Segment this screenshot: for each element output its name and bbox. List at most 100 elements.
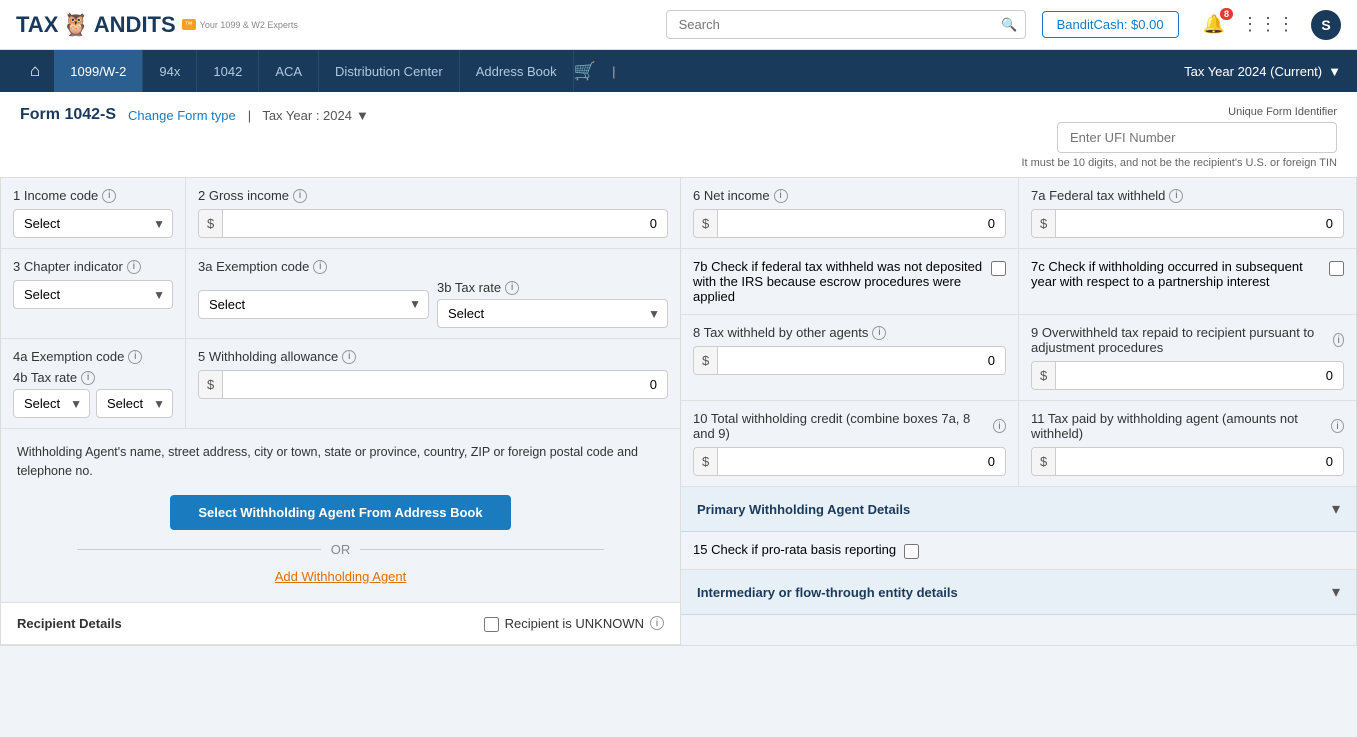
total-withholding-input[interactable] xyxy=(718,448,1005,475)
exemption-3a-select[interactable]: Select xyxy=(198,290,429,319)
right-row-1: 6 Net income i $ 7a Federal tax withheld… xyxy=(681,178,1356,249)
form-row-3: 4a Exemption code i 4b Tax rate i Select… xyxy=(1,339,680,429)
add-agent-link[interactable]: Add Withholding Agent xyxy=(17,569,664,584)
tax-year-button[interactable]: Tax Year 2024 (Current) ▼ xyxy=(1184,64,1341,79)
taxrate-3b-info[interactable]: i xyxy=(505,281,519,295)
total-withholding-label: 10 Total withholding credit (combine box… xyxy=(693,411,989,441)
nav-aca[interactable]: ACA xyxy=(259,50,319,92)
gross-income-cell: 2 Gross income i $ xyxy=(186,178,680,248)
taxrate-3b-select[interactable]: Select xyxy=(437,299,668,328)
form-title: Form 1042-S xyxy=(20,106,116,124)
tax-paid-label: 11 Tax paid by withholding agent (amount… xyxy=(1031,411,1327,441)
agent-section: Withholding Agent's name, street address… xyxy=(1,429,680,603)
primary-agent-header[interactable]: Primary Withholding Agent Details ▾ xyxy=(681,487,1356,532)
chapter-info[interactable]: i xyxy=(127,260,141,274)
ufi-area: Unique Form Identifier It must be 10 dig… xyxy=(1021,106,1337,169)
gross-dollar-sign: $ xyxy=(199,210,223,237)
federal-dollar-sign: $ xyxy=(1032,210,1056,237)
check-7b-checkbox[interactable] xyxy=(991,261,1006,276)
income-code-cell: 1 Income code i Select ▼ xyxy=(1,178,186,248)
ufi-label: Unique Form Identifier xyxy=(1021,106,1337,118)
chapter-indicator-select[interactable]: Select xyxy=(13,280,173,309)
recipient-unknown-checkbox[interactable] xyxy=(484,617,499,632)
bandit-cash-button[interactable]: BanditCash: $0.00 xyxy=(1042,11,1179,38)
total-withholding-info[interactable]: i xyxy=(993,419,1006,433)
allowance-dollar-sign: $ xyxy=(199,371,223,398)
taxrate-4b-select2[interactable]: Select xyxy=(96,389,173,418)
right-column: 6 Net income i $ 7a Federal tax withheld… xyxy=(681,178,1356,645)
check-7c-cell: 7c Check if withholding occurred in subs… xyxy=(1019,249,1356,314)
left-column: 1 Income code i Select ▼ 2 Gross income … xyxy=(1,178,681,645)
nav-addressbook[interactable]: Address Book xyxy=(460,50,574,92)
notifications-button[interactable]: 🔔 8 xyxy=(1203,14,1225,35)
home-button[interactable]: ⌂ xyxy=(16,61,54,81)
recipient-unknown-info[interactable]: i xyxy=(650,616,664,630)
nav-distribution[interactable]: Distribution Center xyxy=(319,50,460,92)
federal-tax-input[interactable] xyxy=(1056,210,1343,237)
federal-tax-info[interactable]: i xyxy=(1169,189,1183,203)
logo-sub: Your 1099 & W2 Experts xyxy=(200,20,298,30)
nav-1042[interactable]: 1042 xyxy=(197,50,259,92)
income-code-info[interactable]: i xyxy=(102,189,116,203)
net-income-input[interactable] xyxy=(718,210,1005,237)
cart-icon: 🛒 xyxy=(574,61,596,82)
secondary-nav: ⌂ 1099/W-2 94x 1042 ACA Distribution Cen… xyxy=(0,50,1357,92)
gross-income-info[interactable]: i xyxy=(293,189,307,203)
search-area: 🔍 xyxy=(666,10,1026,39)
net-income-info[interactable]: i xyxy=(774,189,788,203)
net-income-cell: 6 Net income i $ xyxy=(681,178,1019,248)
check-7c-checkbox[interactable] xyxy=(1329,261,1344,276)
exemption-4a-cell: 4a Exemption code i 4b Tax rate i Select… xyxy=(1,339,186,428)
logo: TAX 🦉 ANDITS ™ Your 1099 & W2 Experts xyxy=(16,12,298,38)
exemption-4a-select2[interactable]: Select xyxy=(13,389,90,418)
check-15-cell: 15 Check if pro-rata basis reporting xyxy=(681,532,1356,569)
exemption-4a-info2[interactable]: i xyxy=(128,350,142,364)
check-15-label: 15 Check if pro-rata basis reporting xyxy=(693,542,896,557)
search-button[interactable]: 🔍 xyxy=(1001,17,1017,33)
check-15-checkbox[interactable] xyxy=(904,544,919,559)
agent-description: Withholding Agent's name, street address… xyxy=(17,443,664,481)
logo-owl: 🦉 xyxy=(62,12,89,38)
gross-income-input[interactable] xyxy=(223,210,667,237)
tax-withheld-other-input[interactable] xyxy=(718,347,1005,374)
net-income-label: 6 Net income xyxy=(693,188,770,203)
other-dollar-sign: $ xyxy=(694,347,718,374)
form-row-1: 1 Income code i Select ▼ 2 Gross income … xyxy=(1,178,680,249)
top-nav: TAX 🦉 ANDITS ™ Your 1099 & W2 Experts 🔍 … xyxy=(0,0,1357,50)
taxpaid-dollar-sign: $ xyxy=(1032,448,1056,475)
taxrate-4b-info2[interactable]: i xyxy=(81,371,95,385)
tax-paid-info[interactable]: i xyxy=(1331,419,1344,433)
right-row-3: 8 Tax withheld by other agents i $ 9 Ove… xyxy=(681,315,1356,401)
nav-94x[interactable]: 94x xyxy=(143,50,197,92)
intermediary-title: Intermediary or flow-through entity deta… xyxy=(697,585,958,600)
check-15-row: 15 Check if pro-rata basis reporting xyxy=(681,532,1356,570)
exemption-3a-info[interactable]: i xyxy=(313,260,327,274)
primary-agent-chevron: ▾ xyxy=(1332,499,1340,519)
overwithheld-dollar-sign: $ xyxy=(1032,362,1056,389)
tax-paid-input[interactable] xyxy=(1056,448,1343,475)
tax-withheld-other-info[interactable]: i xyxy=(872,326,886,340)
income-code-select[interactable]: Select xyxy=(13,209,173,238)
grid-button[interactable]: ⋮⋮⋮ xyxy=(1241,14,1295,35)
select-agent-button[interactable]: Select Withholding Agent From Address Bo… xyxy=(170,495,510,530)
intermediary-header[interactable]: Intermediary or flow-through entity deta… xyxy=(681,570,1356,615)
income-code-label: 1 Income code xyxy=(13,188,98,203)
dropdown-icon: ▼ xyxy=(356,108,369,123)
nav-icons: 🔔 8 ⋮⋮⋮ S xyxy=(1203,10,1341,40)
check-7b-label: 7b Check if federal tax withheld was not… xyxy=(693,259,983,304)
withholding-allowance-info[interactable]: i xyxy=(342,350,356,364)
withholding-allowance-label: 5 Withholding allowance xyxy=(198,349,338,364)
overwithheld-info[interactable]: i xyxy=(1333,333,1344,347)
ufi-input[interactable] xyxy=(1057,122,1337,153)
recipient-details-row: Recipient Details Recipient is UNKNOWN i xyxy=(1,603,680,645)
taxrate-4b-label2: 4b Tax rate xyxy=(13,370,77,385)
nav-1099w2[interactable]: 1099/W-2 xyxy=(54,50,143,92)
search-input[interactable] xyxy=(666,10,1026,39)
withholding-allowance-input[interactable] xyxy=(223,371,667,398)
check-7c-label: 7c Check if withholding occurred in subs… xyxy=(1031,259,1321,289)
overwithheld-input[interactable] xyxy=(1056,362,1343,389)
change-form-type-link[interactable]: Change Form type xyxy=(128,108,236,123)
taxrate-3b-label: 3b Tax rate xyxy=(437,280,501,295)
exemption-3a-cell: 3a Exemption code i Select ▼ 3b Tax rate… xyxy=(186,249,680,338)
avatar-button[interactable]: S xyxy=(1311,10,1341,40)
